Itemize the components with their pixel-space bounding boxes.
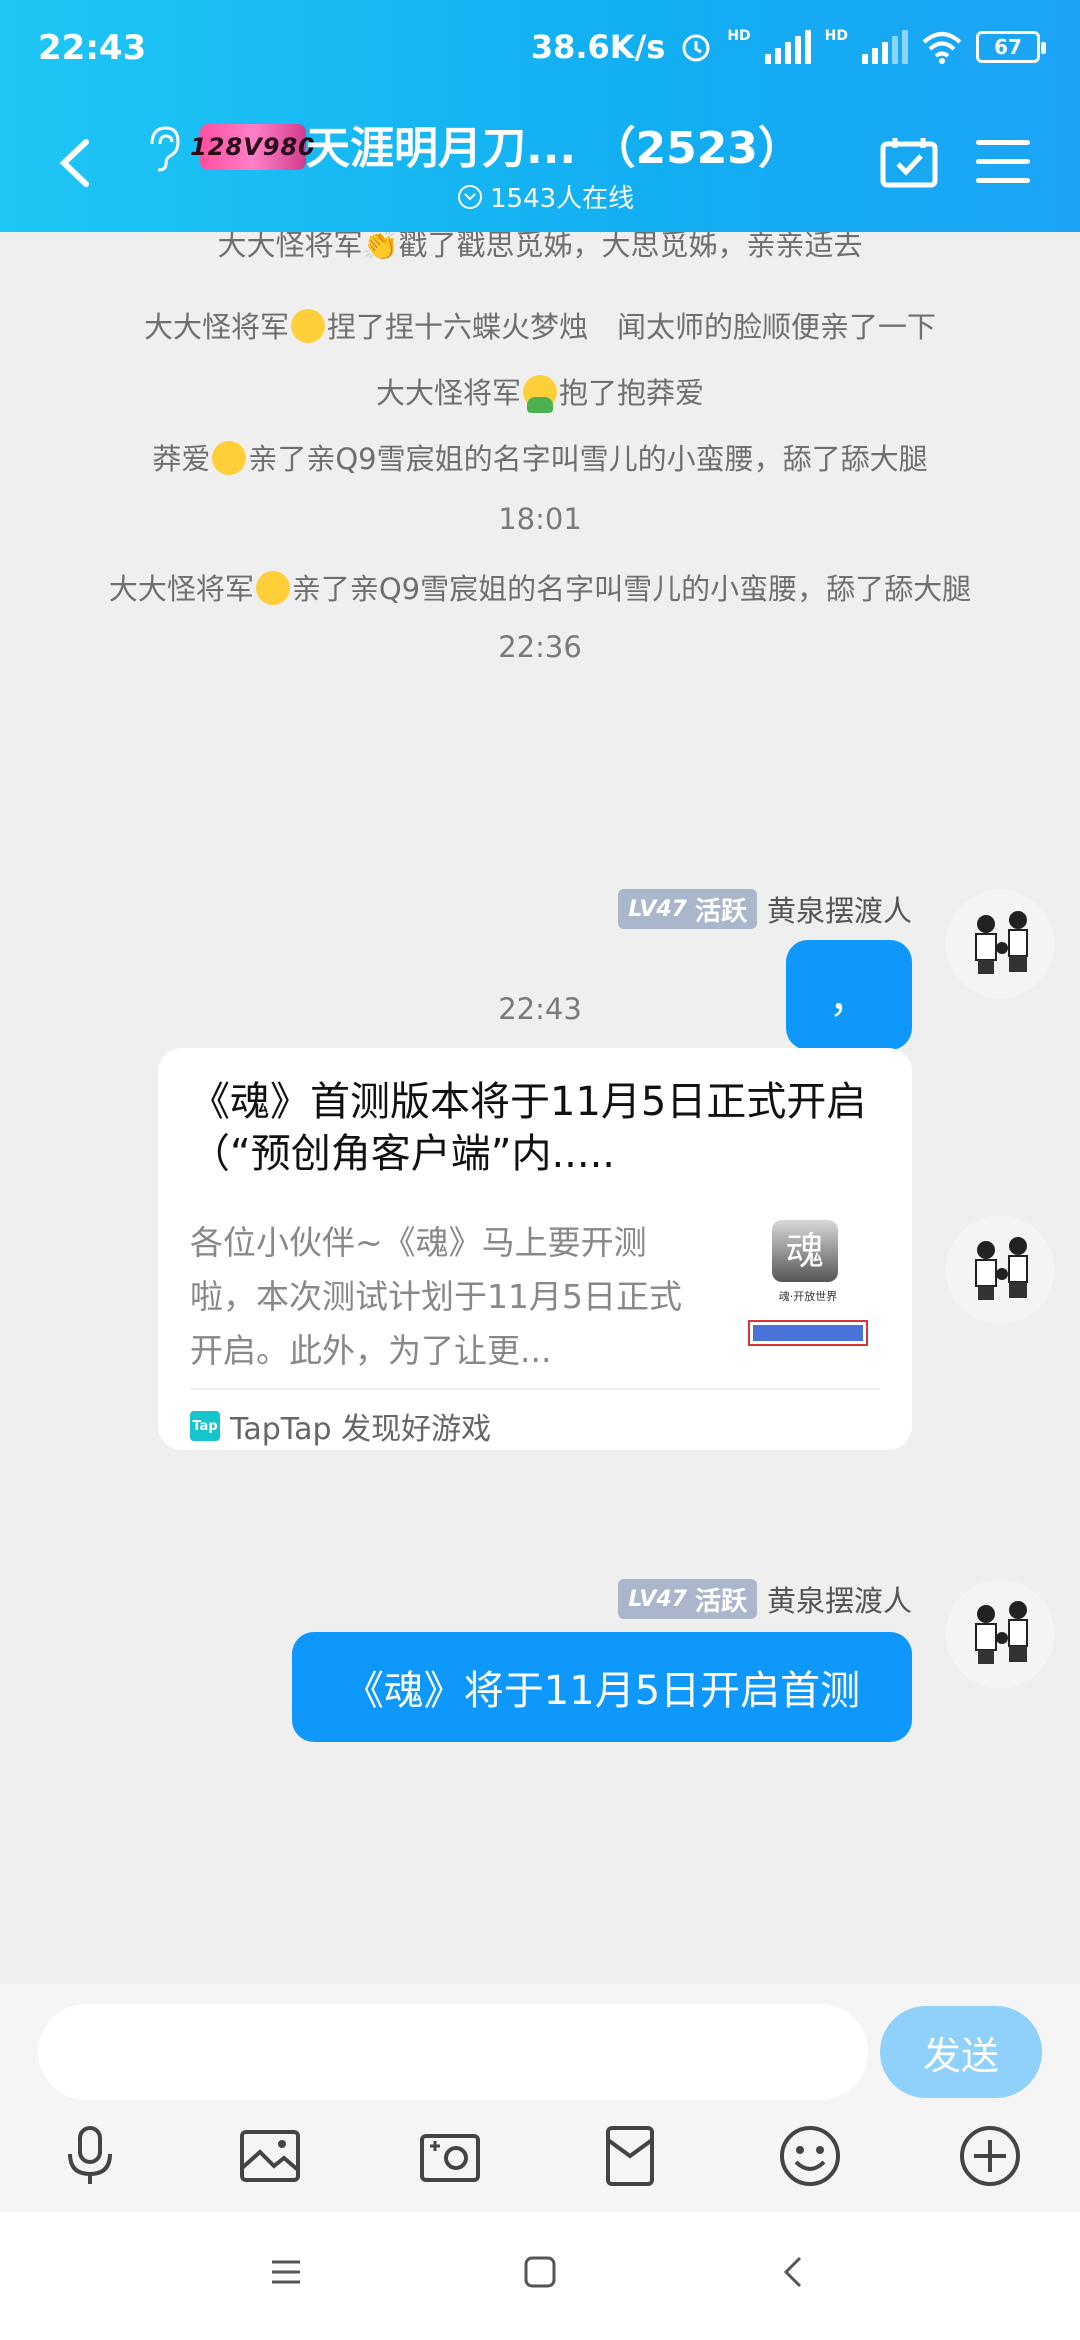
message-bubble[interactable]: 《魂》将于11月5日开启首测 <box>292 1632 912 1742</box>
group-logo: 128V980 <box>190 124 315 170</box>
timestamp: 18:01 <box>498 502 582 536</box>
input-area: 发送 <box>0 1984 1080 2212</box>
status-indicators: 38.6K/s HD HD 67 <box>530 28 1046 66</box>
game-logo: 魂 <box>772 1220 838 1282</box>
kiss-emoji-icon <box>212 441 247 475</box>
system-navbar <box>0 2212 1080 2340</box>
signal-icon-2 <box>862 30 908 64</box>
timestamp: 22:36 <box>498 630 582 664</box>
online-count-label: 1543人在线 <box>490 184 635 214</box>
avatar[interactable] <box>946 1216 1054 1324</box>
level-badge: LV47活跃 <box>618 889 757 929</box>
thumb-caption: 魂·开放世界 <box>778 1290 838 1303</box>
calendar-check-button[interactable] <box>880 136 938 188</box>
sender-name[interactable]: 黄泉摆渡人 <box>767 1578 912 1620</box>
camera-icon[interactable] <box>418 2124 482 2188</box>
image-icon[interactable] <box>238 2124 302 2188</box>
card-thumbnail: 魂 魂·开放世界 <box>738 1216 878 1356</box>
thumb-button-frame <box>748 1320 868 1346</box>
hd-label-1: HD <box>727 28 751 44</box>
timestamp: 22:43 <box>498 992 582 1026</box>
input-toolbar <box>0 2124 1080 2204</box>
signal-icon-1 <box>764 30 811 64</box>
avatar[interactable] <box>946 890 1054 998</box>
ear-icon[interactable] <box>142 124 182 172</box>
battery-icon: 67 <box>976 31 1046 63</box>
chat-header: 22:43 38.6K/s HD HD 67 128V980 天涯明月刀... … <box>0 0 1080 232</box>
recent-apps-icon[interactable] <box>266 2252 306 2292</box>
kiss-emoji-icon <box>255 571 290 605</box>
status-bar: 22:43 38.6K/s HD HD 67 <box>0 0 1080 96</box>
menu-button[interactable] <box>976 140 1030 184</box>
microphone-icon[interactable] <box>58 2124 122 2188</box>
sender-row: LV47活跃 黄泉摆渡人 <box>618 888 912 930</box>
card-divider <box>190 1388 880 1390</box>
back-nav-icon[interactable] <box>774 2252 814 2292</box>
red-packet-icon[interactable] <box>598 2124 662 2188</box>
card-description: 各位小伙伴~《魂》马上要开测啦，本次测试计划于11月5日正式开启。此外，为了让更… <box>190 1223 682 1370</box>
system-message: 大大怪将军 亲了亲Q9雪宸姐的名字叫雪儿的小蛮腰，舔了舔大腿 <box>108 571 972 606</box>
hug-emoji-icon <box>523 375 557 413</box>
system-message: 大大怪将军 抱了抱莽爱 <box>375 375 705 413</box>
status-time: 22:43 <box>38 28 147 68</box>
online-count[interactable]: 1543人在线 <box>458 178 634 215</box>
card-source: Tap TapTap 发现好游戏 <box>190 1404 491 1448</box>
group-title[interactable]: 天涯明月刀... （2523） <box>306 112 802 176</box>
card-title: 《魂》首测版本将于11月5日正式开启（“预创角客户端”内..... <box>190 1079 867 1177</box>
message-input[interactable] <box>38 2004 868 2100</box>
level-badge: LV47活跃 <box>618 1579 757 1619</box>
system-message: 莽爱 亲了亲Q9雪宸姐的名字叫雪儿的小蛮腰，舔了舔大腿 <box>152 441 928 476</box>
system-message: 大大怪将军👏戳了戳思觅姊，大思觅姊，亲亲适去 <box>217 232 863 262</box>
emoji-icon[interactable] <box>778 2124 842 2188</box>
back-button[interactable] <box>54 138 94 188</box>
avatar[interactable] <box>946 1580 1054 1688</box>
alarm-icon <box>682 34 710 62</box>
wifi-icon <box>922 32 962 64</box>
sender-name[interactable]: 黄泉摆渡人 <box>767 888 912 930</box>
sender-row: LV47活跃 黄泉摆渡人 <box>618 1578 912 1620</box>
plus-icon[interactable] <box>958 2124 1022 2188</box>
chat-area[interactable]: 大大怪将军👏戳了戳思觅姊，大思觅姊，亲亲适去 大大怪将军 捏了捏十六蝶火梦烛 闻太… <box>0 232 1080 1984</box>
home-icon[interactable] <box>520 2252 560 2292</box>
card-source-label: TapTap 发现好游戏 <box>230 1412 492 1447</box>
chevron-down-icon <box>458 184 482 209</box>
system-message: 大大怪将军 捏了捏十六蝶火梦烛 闻太师的脸顺便亲了一下 <box>143 309 937 344</box>
send-button[interactable]: 发送 <box>880 2006 1042 2098</box>
hd-label-2: HD <box>824 28 848 44</box>
link-card[interactable]: 《魂》首测版本将于11月5日正式开启（“预创角客户端”内..... 各位小伙伴~… <box>158 1048 912 1450</box>
emoji-icon <box>291 309 325 343</box>
taptap-logo-icon: Tap <box>190 1411 220 1441</box>
network-speed: 38.6K/s <box>530 28 666 66</box>
